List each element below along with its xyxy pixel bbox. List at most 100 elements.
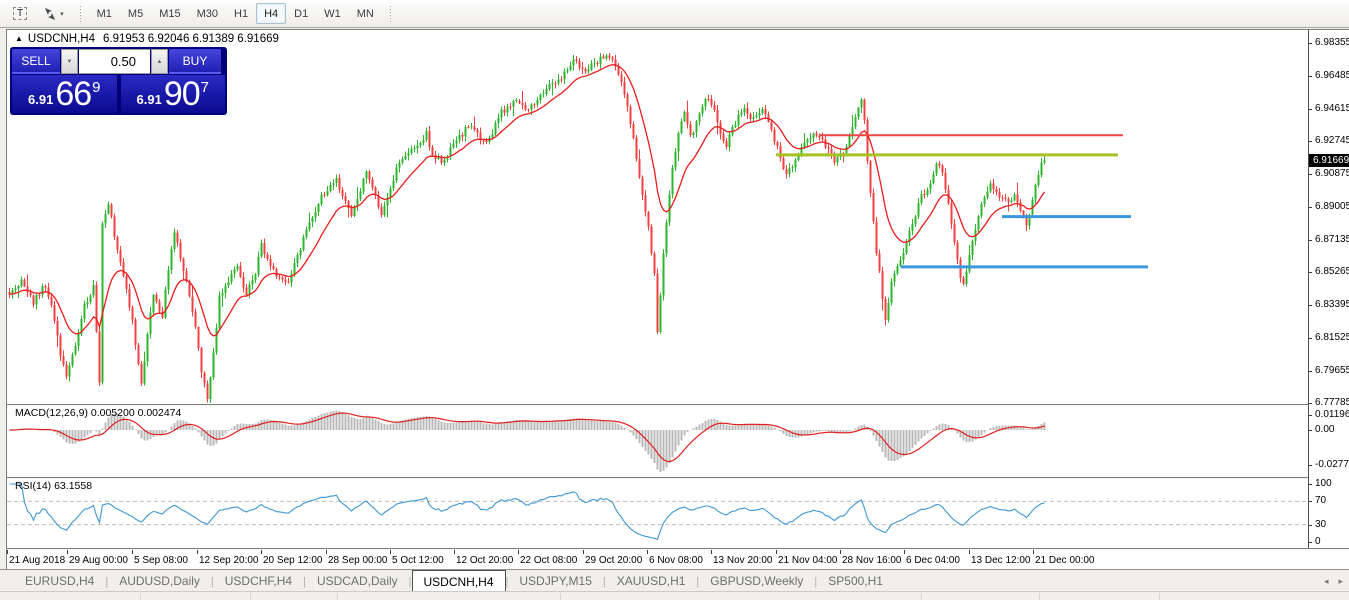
chart-tab-eurusd-h4[interactable]: EURUSD,H4 [14, 571, 105, 591]
axis-tick [1309, 43, 1312, 44]
sell-button[interactable]: SELL [12, 49, 60, 74]
macd-indicator-label: MACD(12,26,9) 0.005200 0.002474 [15, 407, 181, 419]
timeframe-button-m1[interactable]: M1 [89, 3, 120, 24]
current-price-badge: 6.91669 [1309, 154, 1349, 167]
status-bar-divider [250, 593, 251, 600]
status-bar-divider [1039, 593, 1040, 600]
time-axis-tick [67, 550, 68, 554]
price-axis-label: 6.83395 [1315, 300, 1349, 310]
axis-tick [1309, 415, 1312, 416]
macd-axis-label: 0.011968 [1315, 410, 1349, 420]
time-axis-tick [647, 550, 648, 554]
status-bar-divider [1159, 593, 1160, 600]
time-axis-label: 13 Dec 12:00 [971, 555, 1031, 566]
time-axis-label: 12 Sep 20:00 [199, 555, 259, 566]
price-axis[interactable]: 6.983556.964856.946156.927456.908756.890… [1308, 30, 1349, 548]
time-axis-tick [1033, 550, 1034, 554]
chart-tab-gbpusd-weekly[interactable]: GBPUSD,Weekly [699, 571, 814, 591]
price-axis-label: 6.77785 [1315, 398, 1349, 408]
time-axis-tick [326, 550, 327, 554]
time-axis-label: 20 Sep 12:00 [263, 555, 323, 566]
macd-pane-separator[interactable] [7, 404, 1349, 406]
arrows-tool-button[interactable]: ▾ [35, 3, 72, 24]
plot-area: ▲USDCNH,H46.91953 6.92046 6.91389 6.9166… [7, 30, 1308, 570]
time-axis-tick [261, 550, 262, 554]
macd-axis-label: 0.00 [1315, 425, 1334, 435]
rsi-axis-label: 100 [1315, 479, 1332, 489]
chart-tab-xauusd-h1[interactable]: XAUUSD,H1 [606, 571, 697, 591]
time-axis-label: 21 Dec 00:00 [1035, 555, 1095, 566]
axis-tick [1309, 430, 1312, 431]
buy-price-sup: 7 [201, 79, 209, 96]
price-axis-label: 6.79655 [1315, 366, 1349, 376]
status-bar [0, 591, 1349, 600]
time-axis-tick [969, 550, 970, 554]
one-click-trading-panel: SELL ▼ ▲ BUY 6.91669 6.91907 [10, 47, 227, 115]
axis-tick [1309, 403, 1312, 404]
chart-tab-sp500-h1[interactable]: SP500,H1 [817, 571, 894, 591]
timeframe-button-m5[interactable]: M5 [120, 3, 151, 24]
axis-tick [1309, 338, 1312, 339]
timeframe-button-mn[interactable]: MN [349, 3, 382, 24]
time-axis-label: 6 Nov 08:00 [649, 555, 703, 566]
time-axis-tick [711, 550, 712, 554]
price-axis-label: 6.81525 [1315, 333, 1349, 343]
rsi-pane-canvas[interactable] [7, 477, 1308, 548]
tab-scroll-left-icon[interactable]: ◂ [1324, 576, 1329, 587]
timeframe-button-group: M1M5M15M30H1H4D1W1MN [89, 3, 382, 24]
timeframe-button-d1[interactable]: D1 [286, 3, 316, 24]
time-axis-separator [7, 548, 1349, 550]
time-axis-tick [132, 550, 133, 554]
status-bar-divider [140, 593, 141, 600]
sell-price-big: 66 [55, 77, 91, 111]
tab-scroll-right-icon[interactable]: ▸ [1338, 576, 1343, 587]
chart-tab-usdcnh-h4[interactable]: USDCNH,H4 [412, 570, 506, 592]
text-tool-icon: T [13, 7, 27, 20]
buy-button[interactable]: BUY [169, 49, 221, 74]
price-axis-label: 6.94615 [1315, 104, 1349, 114]
timeframe-button-m15[interactable]: M15 [151, 3, 188, 24]
volume-increase-button[interactable]: ▲ [151, 49, 168, 74]
text-tool-button[interactable]: T [5, 3, 35, 24]
macd-pane-canvas[interactable] [7, 404, 1308, 477]
price-axis-label: 6.96485 [1315, 71, 1349, 81]
axis-tick [1309, 542, 1312, 543]
time-axis[interactable]: 21 Aug 201829 Aug 00:005 Sep 08:0012 Sep… [7, 550, 1308, 570]
chart-tab-usdchf-h4[interactable]: USDCHF,H4 [214, 571, 303, 591]
chart-ohlc-values: 6.91953 6.92046 6.91389 6.91669 [103, 33, 279, 45]
chart-tab-audusd-daily[interactable]: AUDUSD,Daily [108, 571, 211, 591]
buy-price-display[interactable]: 6.91907 [121, 75, 226, 113]
chart-title: ▲USDCNH,H46.91953 6.92046 6.91389 6.9166… [15, 33, 279, 45]
chart-tab-usdcad-daily[interactable]: USDCAD,Daily [306, 571, 409, 591]
toolbar-grip [387, 5, 394, 23]
time-axis-tick [197, 550, 198, 554]
axis-tick [1309, 174, 1312, 175]
volume-decrease-button[interactable]: ▼ [61, 49, 78, 74]
chart-window: ▲USDCNH,H46.91953 6.92046 6.91389 6.9166… [6, 29, 1349, 569]
time-axis-label: 21 Aug 2018 [9, 555, 65, 566]
price-axis-label: 6.98355 [1315, 38, 1349, 48]
toolbar: T ▾ M1M5M15M30H1H4D1W1MN [0, 0, 1349, 28]
timeframe-button-m30[interactable]: M30 [189, 3, 226, 24]
axis-tick [1309, 501, 1312, 502]
macd-axis-label: -0.027758 [1315, 460, 1349, 470]
chart-tab-usdjpy-m15[interactable]: USDJPY,M15 [508, 571, 602, 591]
time-axis-label: 13 Nov 20:00 [713, 555, 773, 566]
mt4-window: T ▾ M1M5M15M30H1H4D1W1MN ▲USDCNH,H46.919… [0, 0, 1349, 600]
time-axis-tick [583, 550, 584, 554]
rsi-pane-separator[interactable] [7, 477, 1349, 479]
time-axis-label: 5 Sep 08:00 [134, 555, 188, 566]
sell-price-display[interactable]: 6.91669 [12, 75, 117, 113]
time-axis-label: 29 Oct 20:00 [585, 555, 642, 566]
rsi-axis-label: 70 [1315, 496, 1326, 506]
axis-tick [1309, 240, 1312, 241]
timeframe-button-h1[interactable]: H1 [226, 3, 256, 24]
time-axis-tick [840, 550, 841, 554]
volume-input[interactable] [79, 49, 150, 74]
timeframe-button-h4[interactable]: H4 [256, 3, 286, 24]
status-bar-divider [921, 593, 922, 600]
status-bar-divider [337, 593, 338, 600]
time-axis-label: 6 Dec 04:00 [906, 555, 960, 566]
timeframe-button-w1[interactable]: W1 [316, 3, 349, 24]
rsi-axis-label: 0 [1315, 537, 1321, 547]
